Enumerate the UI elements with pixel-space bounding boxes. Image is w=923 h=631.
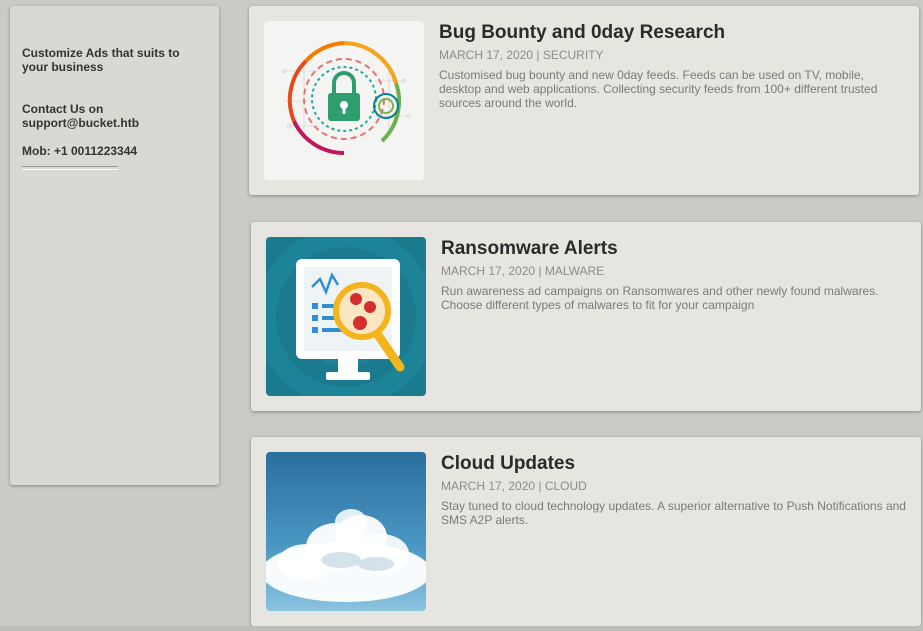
contact-email: support@bucket.htb (22, 116, 140, 130)
footer-strip (0, 626, 923, 631)
sidebar-tagline: Customize Ads that suits to your busines… (22, 46, 180, 74)
padlock-circuit-icon (264, 21, 424, 180)
post-image-cloud[interactable] (266, 452, 426, 611)
post-title[interactable]: Bug Bounty and 0day Research (439, 22, 905, 44)
post-card-ransomware: Ransomware Alerts MARCH 17, 2020 | MALWA… (251, 222, 921, 411)
post-description: Run awareness ad campaigns on Ransomware… (441, 284, 879, 312)
post-image-bug-bounty[interactable] (264, 21, 424, 180)
cloud-sky-icon (266, 452, 426, 611)
post-card-cloud: Cloud Updates MARCH 17, 2020 | CLOUD Sta… (251, 437, 921, 626)
contact-mobile: Mob: +1 0011223344 (22, 144, 138, 158)
post-title[interactable]: Ransomware Alerts (441, 238, 907, 260)
post-content: Cloud Updates MARCH 17, 2020 | CLOUD Sta… (441, 453, 907, 527)
post-card-bug-bounty: Bug Bounty and 0day Research MARCH 17, 2… (249, 6, 919, 195)
post-title[interactable]: Cloud Updates (441, 453, 907, 475)
post-content: Ransomware Alerts MARCH 17, 2020 | MALWA… (441, 238, 907, 312)
post-meta: MARCH 17, 2020 | CLOUD (441, 479, 587, 493)
sidebar-divider (22, 166, 118, 170)
post-meta: MARCH 17, 2020 | SECURITY (439, 48, 604, 62)
monitor-magnifier-malware-icon (266, 237, 426, 396)
contact-label: Contact Us on (22, 102, 104, 116)
sidebar: Customize Ads that suits to your busines… (10, 6, 219, 485)
post-content: Bug Bounty and 0day Research MARCH 17, 2… (439, 22, 905, 110)
post-image-ransomware[interactable] (266, 237, 426, 396)
post-description: Stay tuned to cloud technology updates. … (441, 499, 906, 527)
post-meta: MARCH 17, 2020 | MALWARE (441, 264, 605, 278)
post-description: Customised bug bounty and new 0day feeds… (439, 68, 878, 110)
